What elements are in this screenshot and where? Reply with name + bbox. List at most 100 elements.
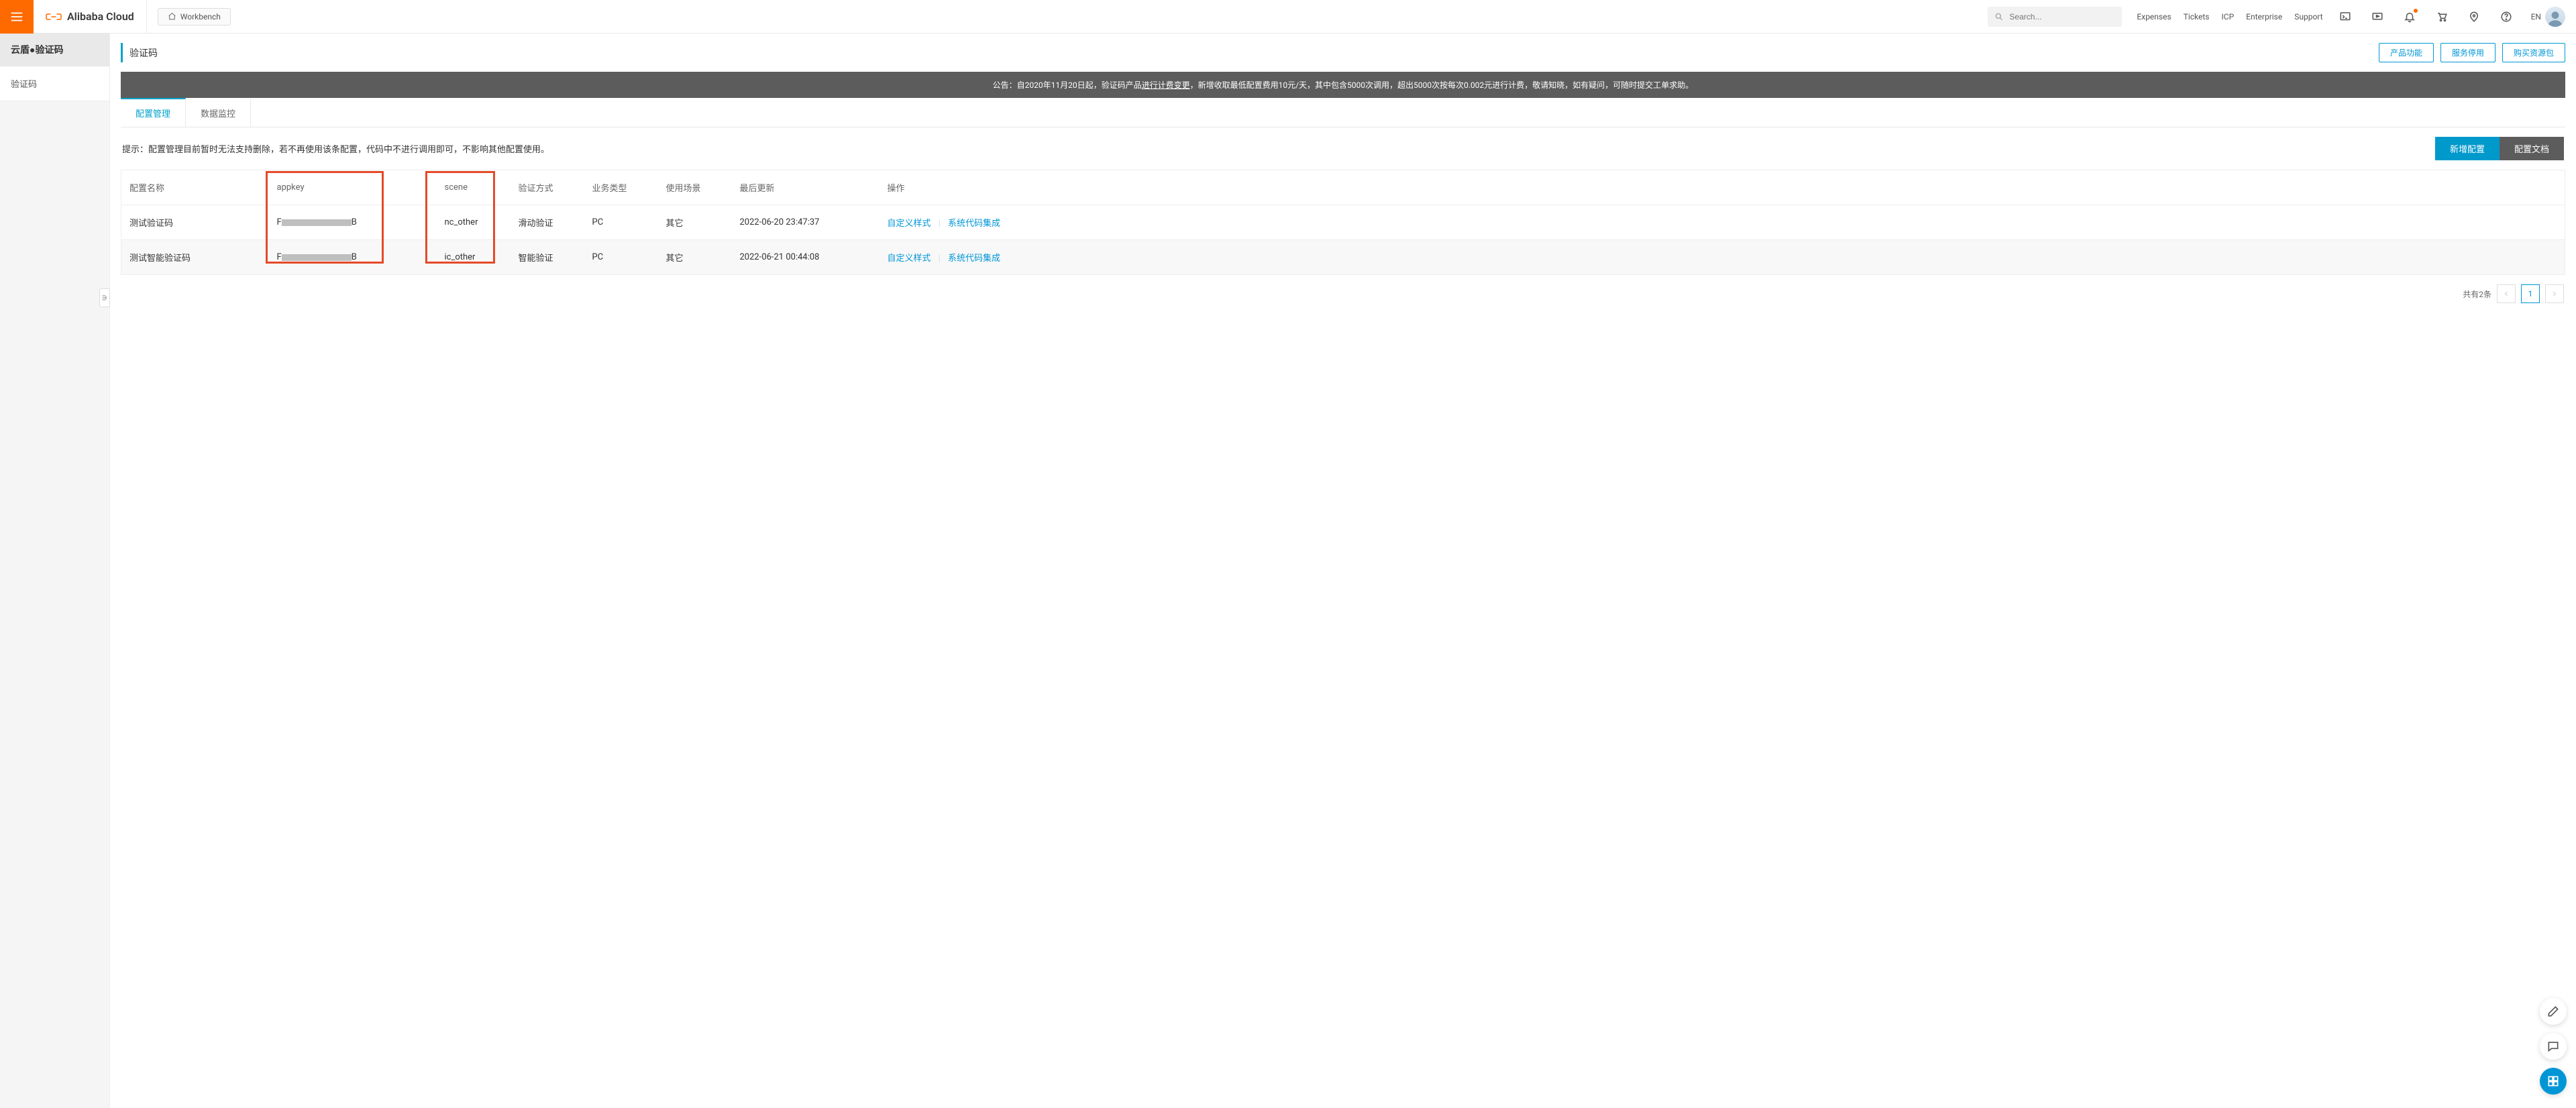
float-apps-button[interactable] xyxy=(2540,1068,2567,1095)
search-input[interactable] xyxy=(2009,12,2115,21)
sidebar-title: 云盾●验证码 xyxy=(0,34,109,66)
pencil-icon xyxy=(2546,1005,2560,1018)
cell-scene: nc_other xyxy=(437,205,511,240)
lang-switch[interactable]: EN xyxy=(2527,12,2545,21)
top-nav: Expenses Tickets ICP Enterprise Support xyxy=(2137,12,2322,21)
sidebar-collapse-handle[interactable] xyxy=(99,288,110,307)
hamburger-button[interactable] xyxy=(0,0,34,34)
cell-use-case: 其它 xyxy=(658,205,732,240)
cell-scene: ic_other xyxy=(437,240,511,275)
avatar[interactable] xyxy=(2545,7,2565,27)
collapse-icon xyxy=(101,294,109,302)
chevron-right-icon xyxy=(2551,290,2559,298)
buy-resource-button[interactable]: 购买资源包 xyxy=(2502,43,2565,62)
service-stop-button[interactable]: 服务停用 xyxy=(2440,43,2496,62)
cell-last-update: 2022-06-20 23:47:37 xyxy=(732,205,879,240)
col-use-case: 使用场景 xyxy=(658,170,732,205)
pager-next[interactable] xyxy=(2545,284,2564,303)
nav-icp[interactable]: ICP xyxy=(2222,12,2235,21)
config-table: 配置名称 appkey scene 验证方式 业务类型 使用场景 最后更新 操作… xyxy=(121,170,2565,275)
cloudshell-icon[interactable] xyxy=(2335,7,2355,27)
product-feature-button[interactable]: 产品功能 xyxy=(2379,43,2434,62)
search-box[interactable] xyxy=(1988,7,2122,27)
top-icons xyxy=(2335,7,2516,27)
tip-row: 提示：配置管理目前暂时无法支持删除，若不再使用该条配置，代码中不进行调用即可，不… xyxy=(121,127,2565,170)
nav-support[interactable]: Support xyxy=(2294,12,2322,21)
announcement-suffix: ，新增收取最低配置费用10元/天，其中包含5000次调用，超出5000次按每次0… xyxy=(1190,80,1694,90)
appkey-suffix: B xyxy=(352,217,357,227)
table-wrap: 配置名称 appkey scene 验证方式 业务类型 使用场景 最后更新 操作… xyxy=(121,170,2565,275)
brand[interactable]: Alibaba Cloud xyxy=(34,0,147,33)
screen-icon[interactable] xyxy=(2367,7,2387,27)
nav-expenses[interactable]: Expenses xyxy=(2137,12,2171,21)
appkey-prefix: F xyxy=(277,217,282,227)
col-name: 配置名称 xyxy=(121,170,269,205)
cell-ops: 自定义样式 | 系统代码集成 xyxy=(879,240,2565,275)
cell-name: 测试智能验证码 xyxy=(121,240,269,275)
tabs: 配置管理 数据监控 xyxy=(121,98,2565,127)
op-custom-style[interactable]: 自定义样式 xyxy=(888,219,931,229)
nav-enterprise[interactable]: Enterprise xyxy=(2246,12,2282,21)
shell: 云盾●验证码 验证码 验证码 产品功能 服务停用 购买资源包 公告：自2020年… xyxy=(0,34,2576,1108)
main: 验证码 产品功能 服务停用 购买资源包 公告：自2020年11月20日起，验证码… xyxy=(110,34,2576,1108)
bell-icon[interactable] xyxy=(2400,7,2420,27)
topbar: Alibaba Cloud Workbench Expenses Tickets… xyxy=(0,0,2576,34)
pager-prev[interactable] xyxy=(2497,284,2516,303)
cell-ops: 自定义样式 | 系统代码集成 xyxy=(879,205,2565,240)
op-sep: | xyxy=(933,219,946,229)
float-chat-button[interactable] xyxy=(2540,1033,2567,1060)
cell-biz-type: PC xyxy=(584,240,658,275)
table-row: 测试验证码 FB nc_other 滑动验证 PC 其它 2022-06-20 … xyxy=(121,205,2565,240)
page-title: 验证码 xyxy=(129,46,158,60)
tab-monitor[interactable]: 数据监控 xyxy=(186,98,251,127)
col-ops: 操作 xyxy=(879,170,2565,205)
cell-verify-method: 智能验证 xyxy=(511,240,584,275)
location-icon[interactable] xyxy=(2464,7,2484,27)
cell-name: 测试验证码 xyxy=(121,205,269,240)
page-head: 验证码 产品功能 服务停用 购买资源包 xyxy=(121,43,2565,62)
brand-text: Alibaba Cloud xyxy=(67,10,134,23)
cell-appkey: FB xyxy=(269,205,437,240)
col-last-update: 最后更新 xyxy=(732,170,879,205)
chat-icon xyxy=(2546,1040,2560,1053)
col-verify-method: 验证方式 xyxy=(511,170,584,205)
float-edit-button[interactable] xyxy=(2540,998,2567,1025)
appkey-suffix: B xyxy=(352,252,357,262)
avatar-icon xyxy=(2546,9,2564,27)
new-config-button[interactable]: 新增配置 xyxy=(2435,137,2500,160)
cell-last-update: 2022-06-21 00:44:08 xyxy=(732,240,879,275)
col-scene: scene xyxy=(437,170,511,205)
announcement-bar: 公告：自2020年11月20日起，验证码产品进行计费变更，新增收取最低配置费用1… xyxy=(121,72,2565,98)
notification-dot xyxy=(2414,9,2418,13)
config-doc-button[interactable]: 配置文档 xyxy=(2500,137,2564,160)
op-sdk-integration[interactable]: 系统代码集成 xyxy=(948,219,1000,229)
tab-config[interactable]: 配置管理 xyxy=(121,98,186,127)
appkey-prefix: F xyxy=(277,252,282,262)
pagination: 共有2条 1 xyxy=(121,275,2565,313)
cart-icon[interactable] xyxy=(2432,7,2452,27)
cell-verify-method: 滑动验证 xyxy=(511,205,584,240)
table-row: 测试智能验证码 FB ic_other 智能验证 PC 其它 2022-06-2… xyxy=(121,240,2565,275)
search-icon xyxy=(1994,12,2004,21)
sidebar-item-captcha[interactable]: 验证码 xyxy=(0,66,109,101)
help-icon[interactable] xyxy=(2496,7,2516,27)
col-appkey: appkey xyxy=(269,170,437,205)
op-sdk-integration[interactable]: 系统代码集成 xyxy=(948,254,1000,264)
page-head-actions: 产品功能 服务停用 购买资源包 xyxy=(2379,43,2565,62)
tip-text: 提示：配置管理目前暂时无法支持删除，若不再使用该条配置，代码中不进行调用即可，不… xyxy=(122,142,549,155)
redacted-appkey xyxy=(282,219,352,226)
home-icon xyxy=(168,12,176,21)
col-biz-type: 业务类型 xyxy=(584,170,658,205)
chevron-left-icon xyxy=(2502,290,2510,298)
pager-page-1[interactable]: 1 xyxy=(2521,284,2540,303)
table-header-row: 配置名称 appkey scene 验证方式 业务类型 使用场景 最后更新 操作 xyxy=(121,170,2565,205)
cell-biz-type: PC xyxy=(584,205,658,240)
pager-total: 共有2条 xyxy=(2463,288,2491,300)
cell-appkey: FB xyxy=(269,240,437,275)
workbench-button[interactable]: Workbench xyxy=(158,8,231,25)
sidebar: 云盾●验证码 验证码 xyxy=(0,34,110,1108)
nav-tickets[interactable]: Tickets xyxy=(2184,12,2210,21)
announcement-prefix: 公告：自2020年11月20日起，验证码产品 xyxy=(993,80,1142,90)
op-custom-style[interactable]: 自定义样式 xyxy=(888,254,931,264)
menu-icon xyxy=(9,9,24,24)
